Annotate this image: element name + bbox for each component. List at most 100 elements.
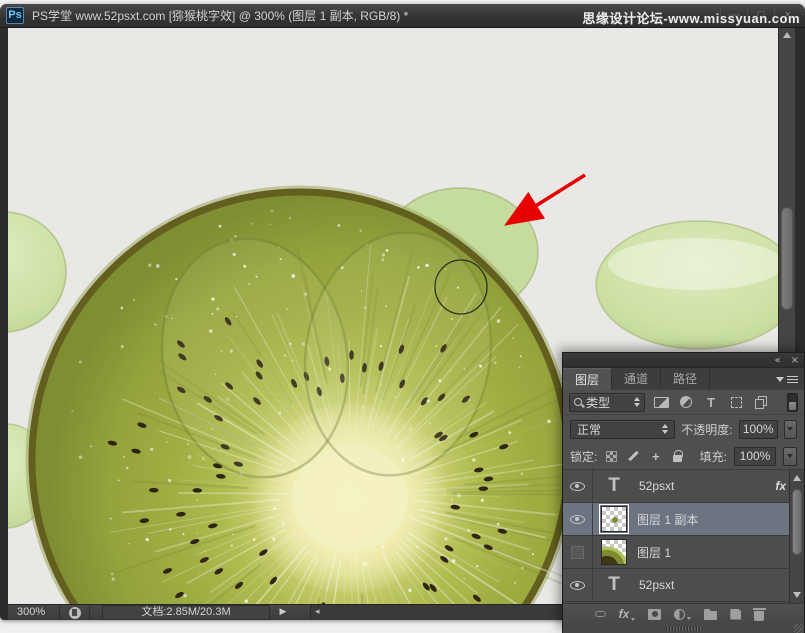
filter-on-off-toggle[interactable] xyxy=(787,393,798,412)
blend-mode-row: 正常 不透明度: 100% xyxy=(563,415,804,443)
new-layer-icon xyxy=(730,609,741,620)
filter-type-layers-button[interactable]: T xyxy=(702,393,720,411)
lock-all-button[interactable] xyxy=(670,449,685,464)
visibility-toggle[interactable] xyxy=(563,470,593,502)
collapse-panel-icon[interactable]: « xyxy=(774,354,780,367)
zoom-level-field[interactable]: 300% xyxy=(8,605,60,620)
blend-mode-dropdown[interactable]: 正常 xyxy=(570,420,675,439)
close-panel-icon[interactable]: × xyxy=(791,354,799,367)
filter-kind-value: 类型 xyxy=(586,394,610,411)
thumbnail-content xyxy=(612,517,618,523)
layer-style-button[interactable]: fx xyxy=(619,607,636,621)
opacity-dropdown-button[interactable] xyxy=(784,420,797,439)
layer-thumbnail[interactable] xyxy=(601,506,627,532)
opacity-value-field[interactable]: 100% xyxy=(739,420,778,439)
tab-channels[interactable]: 通道 xyxy=(612,368,661,390)
lock-pixels-button[interactable] xyxy=(626,449,641,464)
filter-shape-layers-button[interactable] xyxy=(727,393,745,411)
lock-transparency-button[interactable] xyxy=(604,449,619,464)
menu-triangle-icon xyxy=(776,377,784,382)
layer-row-layer1-copy[interactable]: 图层 1 副本 xyxy=(563,503,804,536)
delete-layer-button[interactable] xyxy=(754,608,764,621)
filter-smart-objects-button[interactable] xyxy=(752,393,770,411)
dropdown-arrow-icon xyxy=(787,454,793,458)
adobe-drive-button[interactable] xyxy=(60,605,90,620)
updown-arrows-icon xyxy=(634,397,640,407)
filter-kind-dropdown[interactable]: 类型 xyxy=(569,393,645,412)
text-layer-thumbnail[interactable]: T xyxy=(599,475,629,497)
layers-panel: « × 图层 通道 路径 类型 T 正常 不透明度: 100% 锁 xyxy=(562,352,805,633)
smart-object-icon xyxy=(755,399,764,409)
text-layer-thumbnail[interactable]: T xyxy=(599,574,629,596)
fx-icon: fx xyxy=(619,607,630,621)
layer-row-52psxt-bottom[interactable]: T 52psxt xyxy=(563,569,804,602)
list-scroll-thumb[interactable] xyxy=(792,489,802,555)
lock-label: 锁定: xyxy=(570,448,597,465)
eye-icon xyxy=(570,581,585,590)
lock-row: 锁定: + 填充: 100% xyxy=(563,443,804,470)
status-flyout-button[interactable]: ▶ xyxy=(270,605,296,620)
thumbnail-content xyxy=(602,540,626,564)
opacity-label: 不透明度: xyxy=(681,421,732,438)
search-icon xyxy=(574,398,582,406)
layer-thumbnail[interactable] xyxy=(601,539,627,565)
document-status-icon xyxy=(69,607,81,619)
layer-name[interactable]: 52psxt xyxy=(639,479,674,493)
new-layer-button[interactable] xyxy=(730,609,741,620)
dropdown-arrow-icon xyxy=(631,618,635,621)
visibility-toggle[interactable] xyxy=(563,536,593,568)
vertical-scroll-thumb[interactable] xyxy=(781,207,793,310)
fill-label: 填充: xyxy=(700,448,727,465)
trash-icon xyxy=(754,611,764,621)
layer-list-scrollbar[interactable] xyxy=(789,470,804,603)
layer-name[interactable]: 图层 1 副本 xyxy=(637,511,698,528)
eye-icon xyxy=(570,515,585,524)
layer-name[interactable]: 52psxt xyxy=(639,578,674,592)
panel-tabs: 图层 通道 路径 xyxy=(563,368,804,390)
scroll-left-icon[interactable]: ◂ xyxy=(315,605,320,620)
filter-adjustment-layers-button[interactable] xyxy=(677,393,695,411)
tab-paths[interactable]: 路径 xyxy=(661,368,710,390)
folder-icon xyxy=(704,611,717,620)
fill-value-field[interactable]: 100% xyxy=(734,447,776,466)
hidden-eye-checkbox xyxy=(571,546,584,559)
titlebar[interactable]: Ps PS学堂 www.52psxt.com [猕猴桃字效] @ 300% (图… xyxy=(0,4,805,28)
tab-layers[interactable]: 图层 xyxy=(563,368,612,390)
visibility-toggle[interactable] xyxy=(563,503,593,535)
panel-menu-button[interactable] xyxy=(776,368,798,390)
window-title: PS学堂 www.52psxt.com [猕猴桃字效] @ 300% (图层 1… xyxy=(32,7,408,24)
eye-icon xyxy=(570,482,585,491)
adjustment-icon xyxy=(674,609,685,620)
panel-resize-strip[interactable] xyxy=(563,624,804,633)
lock-position-button[interactable]: + xyxy=(648,449,663,464)
resize-grip-icon[interactable] xyxy=(794,624,803,633)
layer-name[interactable]: 图层 1 xyxy=(637,544,671,561)
layer-row-layer1[interactable]: 图层 1 xyxy=(563,536,804,569)
add-mask-button[interactable] xyxy=(648,609,661,620)
scroll-up-icon[interactable] xyxy=(783,32,791,38)
visibility-toggle[interactable] xyxy=(563,569,593,601)
document-size-info[interactable]: 文档:2.85M/20.3M xyxy=(102,605,270,620)
adjustment-layer-button[interactable] xyxy=(674,609,691,620)
new-group-button[interactable] xyxy=(704,609,717,620)
shape-icon xyxy=(731,397,742,408)
link-icon xyxy=(595,611,606,617)
blend-mode-value: 正常 xyxy=(577,421,601,438)
link-layers-button[interactable] xyxy=(595,611,606,617)
fill-dropdown-button[interactable] xyxy=(783,447,797,466)
scroll-up-icon[interactable] xyxy=(793,475,801,481)
layer-filter-row: 类型 T xyxy=(563,390,804,415)
panel-header: « × xyxy=(563,353,804,368)
updown-arrows-icon xyxy=(662,424,668,434)
filter-pixel-layers-button[interactable] xyxy=(652,393,670,411)
scroll-down-icon[interactable] xyxy=(793,592,801,598)
padlock-icon xyxy=(673,455,682,462)
layers-panel-toolbar: fx xyxy=(563,603,804,624)
dropdown-arrow-icon xyxy=(787,427,793,431)
fx-icon: fx xyxy=(775,479,786,493)
layer-list: T 52psxt fx 图层 1 副本 图层 1 T 52psxt xyxy=(563,470,804,603)
adjustment-icon xyxy=(680,396,692,408)
dropdown-arrow-icon xyxy=(687,617,691,620)
mask-icon xyxy=(648,609,661,620)
layer-row-52psxt-top[interactable]: T 52psxt fx xyxy=(563,470,804,503)
